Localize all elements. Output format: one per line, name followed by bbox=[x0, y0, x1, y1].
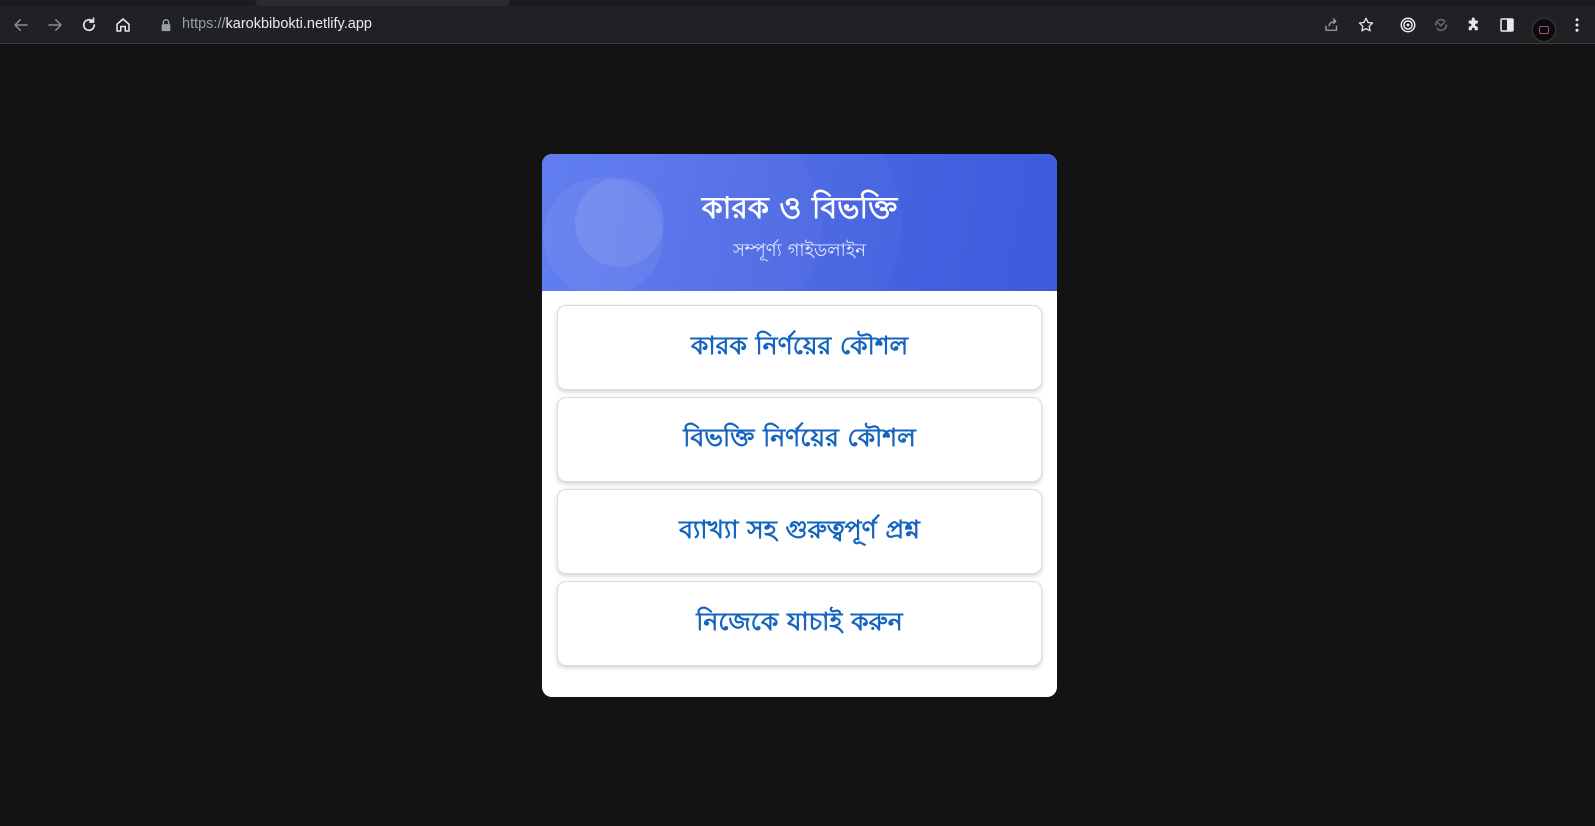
important-questions-button[interactable]: ব্যাখ্যা সহ গুরুত্বপূর্ণ প্রশ্ন bbox=[557, 489, 1042, 574]
side-panel-button[interactable] bbox=[1494, 12, 1520, 38]
card-header: কারক ও বিভক্তি সম্পূর্ণ্য গাইডলাইন bbox=[542, 154, 1057, 291]
browser-toolbar: https://karokbibokti.netlify.app bbox=[0, 6, 1595, 44]
self-test-button[interactable]: নিজেকে যাচাই করুন bbox=[557, 581, 1042, 666]
home-icon bbox=[116, 18, 130, 32]
share-button[interactable] bbox=[1319, 12, 1345, 38]
target-icon bbox=[1400, 17, 1416, 33]
page-subtitle: সম্পূর্ণ্য গাইডলাইন bbox=[733, 240, 866, 261]
lock-icon bbox=[161, 19, 171, 32]
browser-menu-button[interactable] bbox=[1564, 12, 1590, 38]
bookmark-button[interactable] bbox=[1353, 12, 1379, 38]
menu-list: কারক নির্ণয়ের কৌশল বিভক্তি নির্ণয়ের কৌ… bbox=[542, 291, 1057, 666]
bibhokti-technique-button[interactable]: বিভক্তি নির্ণয়ের কৌশল bbox=[557, 397, 1042, 482]
url-text: https://karokbibokti.netlify.app bbox=[182, 16, 372, 32]
karok-technique-button[interactable]: কারক নির্ণয়ের কৌশল bbox=[557, 305, 1042, 390]
extensions-button[interactable] bbox=[1461, 12, 1487, 38]
share-icon bbox=[1325, 18, 1338, 31]
reload-button[interactable] bbox=[76, 12, 102, 38]
back-button[interactable] bbox=[8, 12, 34, 38]
star-icon bbox=[1358, 17, 1374, 32]
sync-icon bbox=[1434, 18, 1448, 32]
arrow-right-icon bbox=[48, 19, 62, 31]
reload-icon bbox=[82, 17, 96, 32]
url-host: karokbibokti.netlify.app bbox=[225, 16, 372, 32]
address-bar[interactable]: https://karokbibokti.netlify.app bbox=[147, 10, 1277, 40]
kebab-menu-icon bbox=[1575, 18, 1579, 32]
forward-button[interactable] bbox=[42, 12, 68, 38]
puzzle-icon bbox=[1468, 17, 1478, 31]
arrow-left-icon bbox=[14, 19, 28, 31]
extension-target-button[interactable] bbox=[1395, 12, 1421, 38]
url-scheme: https:// bbox=[182, 16, 226, 32]
home-button[interactable] bbox=[110, 12, 136, 38]
side-panel-icon bbox=[1500, 18, 1514, 32]
profile-avatar[interactable] bbox=[1532, 18, 1556, 42]
menu-card: কারক ও বিভক্তি সম্পূর্ণ্য গাইডলাইন কারক … bbox=[542, 154, 1057, 697]
page-title: কারক ও বিভক্তি bbox=[701, 191, 898, 226]
avatar-glyph bbox=[1539, 26, 1549, 34]
extension-sync-button[interactable] bbox=[1428, 12, 1454, 38]
